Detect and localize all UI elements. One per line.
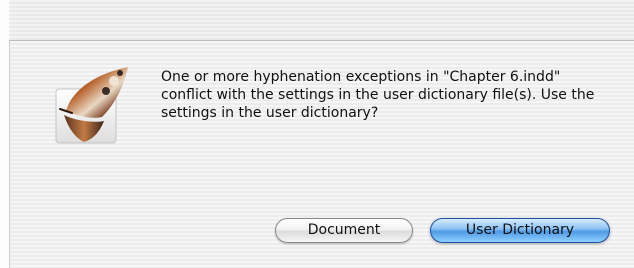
alert-dialog: One or more hyphenation exceptions in "C… <box>9 40 634 268</box>
screen: One or more hyphenation exceptions in "C… <box>0 0 634 268</box>
indesign-butterfly-icon <box>54 59 140 145</box>
window-titlebar-area <box>9 0 634 40</box>
document-button[interactable]: Document <box>275 218 413 243</box>
user-dictionary-button[interactable]: User Dictionary <box>430 218 610 243</box>
alert-message: One or more hyphenation exceptions in "C… <box>161 69 595 121</box>
